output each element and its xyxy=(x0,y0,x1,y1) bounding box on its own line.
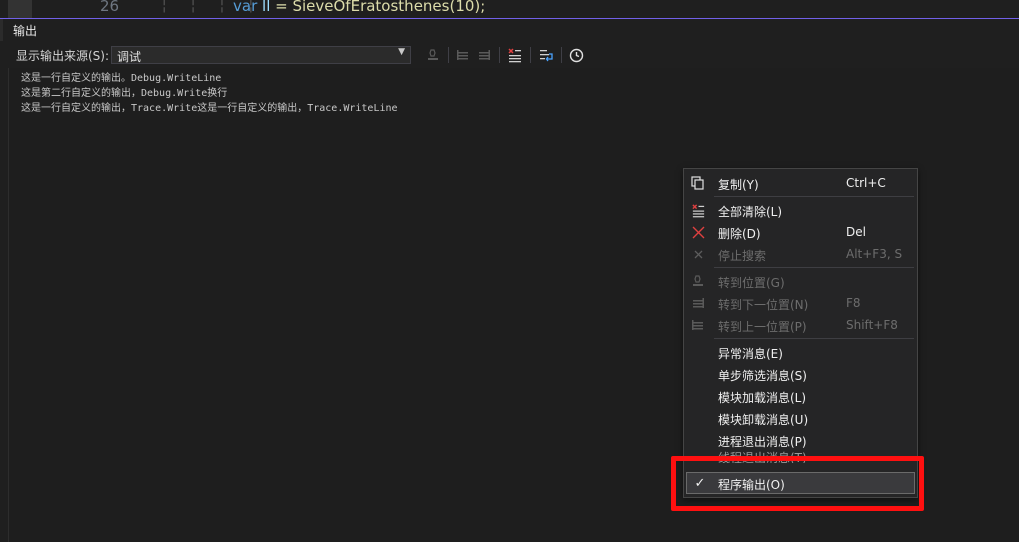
clear-all-icon xyxy=(690,202,706,218)
menu-item-goto-prev: 转到上一位置(P) Shift+F8 xyxy=(684,314,917,336)
menu-item-label: 转到下一位置(N) xyxy=(718,298,809,312)
menu-item-label: 程序输出(O) xyxy=(718,478,785,492)
menu-item-goto-next: 转到下一位置(N) F8 xyxy=(684,292,917,314)
editor-gutter-marker xyxy=(8,0,32,18)
menu-item-thread-exit-messages[interactable]: 线程退出消息(T) xyxy=(684,451,917,463)
menu-item-label: 单步筛选消息(S) xyxy=(718,369,807,383)
goto-location-icon xyxy=(690,273,706,289)
menu-item-process-exit-messages[interactable]: 进程退出消息(P) xyxy=(684,429,917,451)
output-toolbar: 显示输出来源(S): 调试 ▼ xyxy=(0,42,1019,68)
clock-icon[interactable] xyxy=(567,46,585,64)
menu-item-label: 线程退出消息(T) xyxy=(718,451,807,463)
code-keyword: var xyxy=(233,0,258,15)
menu-item-label: 复制(Y) xyxy=(718,178,759,192)
menu-item-copy[interactable]: 复制(Y) Ctrl+C xyxy=(684,172,917,194)
menu-item-delete[interactable]: 删除(D) Del xyxy=(684,221,917,243)
menu-separator xyxy=(714,196,914,197)
output-source-dropdown[interactable]: 调试 ▼ xyxy=(111,46,411,64)
code-line[interactable]: var ll = SieveOfEratosthenes(10); xyxy=(233,0,485,15)
menu-item-shortcut: Ctrl+C xyxy=(846,176,886,190)
stop-search-icon xyxy=(690,246,706,262)
output-line: 这是第二行自定义的输出，Debug.Write换行 xyxy=(21,88,228,99)
prev-location-icon xyxy=(690,317,706,333)
toolbar-separator xyxy=(499,47,500,63)
output-source-value: 调试 xyxy=(117,50,142,64)
output-panel-header: 输出 xyxy=(0,19,1019,41)
panel-title: 输出 xyxy=(13,24,38,38)
menu-separator xyxy=(714,267,914,268)
code-rest: = SieveOfEratosthenes(10); xyxy=(270,0,486,15)
menu-item-label: 进程退出消息(P) xyxy=(718,435,807,449)
delete-x-icon xyxy=(690,224,706,240)
source-label: 显示输出来源(S): xyxy=(16,49,110,63)
toolbar-separator xyxy=(530,47,531,63)
find-message-icon[interactable] xyxy=(424,46,442,64)
menu-item-module-load-messages[interactable]: 模块加载消息(L) xyxy=(684,385,917,407)
menu-item-label: 删除(D) xyxy=(718,227,761,241)
menu-item-step-filter-messages[interactable]: 单步筛选消息(S) xyxy=(684,363,917,385)
menu-item-exception-messages[interactable]: 异常消息(E) xyxy=(684,341,917,363)
chevron-down-icon: ▼ xyxy=(398,47,405,57)
copy-icon xyxy=(690,175,706,191)
menu-item-label: 全部清除(L) xyxy=(718,205,783,219)
menu-separator xyxy=(714,338,914,339)
menu-item-shortcut: Alt+F3, S xyxy=(846,247,903,261)
menu-item-shortcut: F8 xyxy=(846,296,861,310)
output-context-menu: 复制(Y) Ctrl+C 全部清除(L) 删除(D) Del 停止搜索 Alt+… xyxy=(683,168,918,498)
go-prev-icon[interactable] xyxy=(454,46,472,64)
toolbar-separator xyxy=(561,47,562,63)
menu-item-shortcut: Del xyxy=(846,225,866,239)
output-line: 这是一行自定义的输出。Debug.WriteLine xyxy=(21,73,222,84)
menu-item-label: 停止搜索 xyxy=(718,249,767,263)
menu-item-clear-all[interactable]: 全部清除(L) xyxy=(684,199,917,221)
menu-item-stop-search: 停止搜索 Alt+F3, S xyxy=(684,243,917,265)
menu-item-shortcut: Shift+F8 xyxy=(846,318,898,332)
menu-item-program-output[interactable]: ✓ 程序输出(O) xyxy=(686,472,915,494)
go-next-icon[interactable] xyxy=(475,46,493,64)
menu-item-label: 转到上一位置(P) xyxy=(718,320,807,334)
line-number: 26 xyxy=(100,0,120,15)
menu-item-label: 模块卸载消息(U) xyxy=(718,413,809,427)
menu-item-label: 模块加载消息(L) xyxy=(718,391,807,405)
panel-edge xyxy=(0,19,3,41)
menu-item-label: 转到位置(G) xyxy=(718,276,785,290)
check-icon: ✓ xyxy=(692,475,708,491)
menu-item-goto-location: 转到位置(G) xyxy=(684,270,917,292)
code-editor-strip: 26 ¦ ¦ ¦ ¦ var ll = SieveOfEratosthenes(… xyxy=(0,0,1019,19)
toolbar-separator xyxy=(448,47,449,63)
menu-item-label: 异常消息(E) xyxy=(718,347,783,361)
output-line: 这是一行自定义的输出，Trace.Write这是一行自定义的输出，Trace.W… xyxy=(21,103,398,114)
clear-all-icon[interactable] xyxy=(506,46,524,64)
word-wrap-icon[interactable] xyxy=(537,46,555,64)
menu-item-module-unload-messages[interactable]: 模块卸载消息(U) xyxy=(684,407,917,429)
check-mark: ✓ xyxy=(694,475,706,491)
next-location-icon xyxy=(690,295,706,311)
